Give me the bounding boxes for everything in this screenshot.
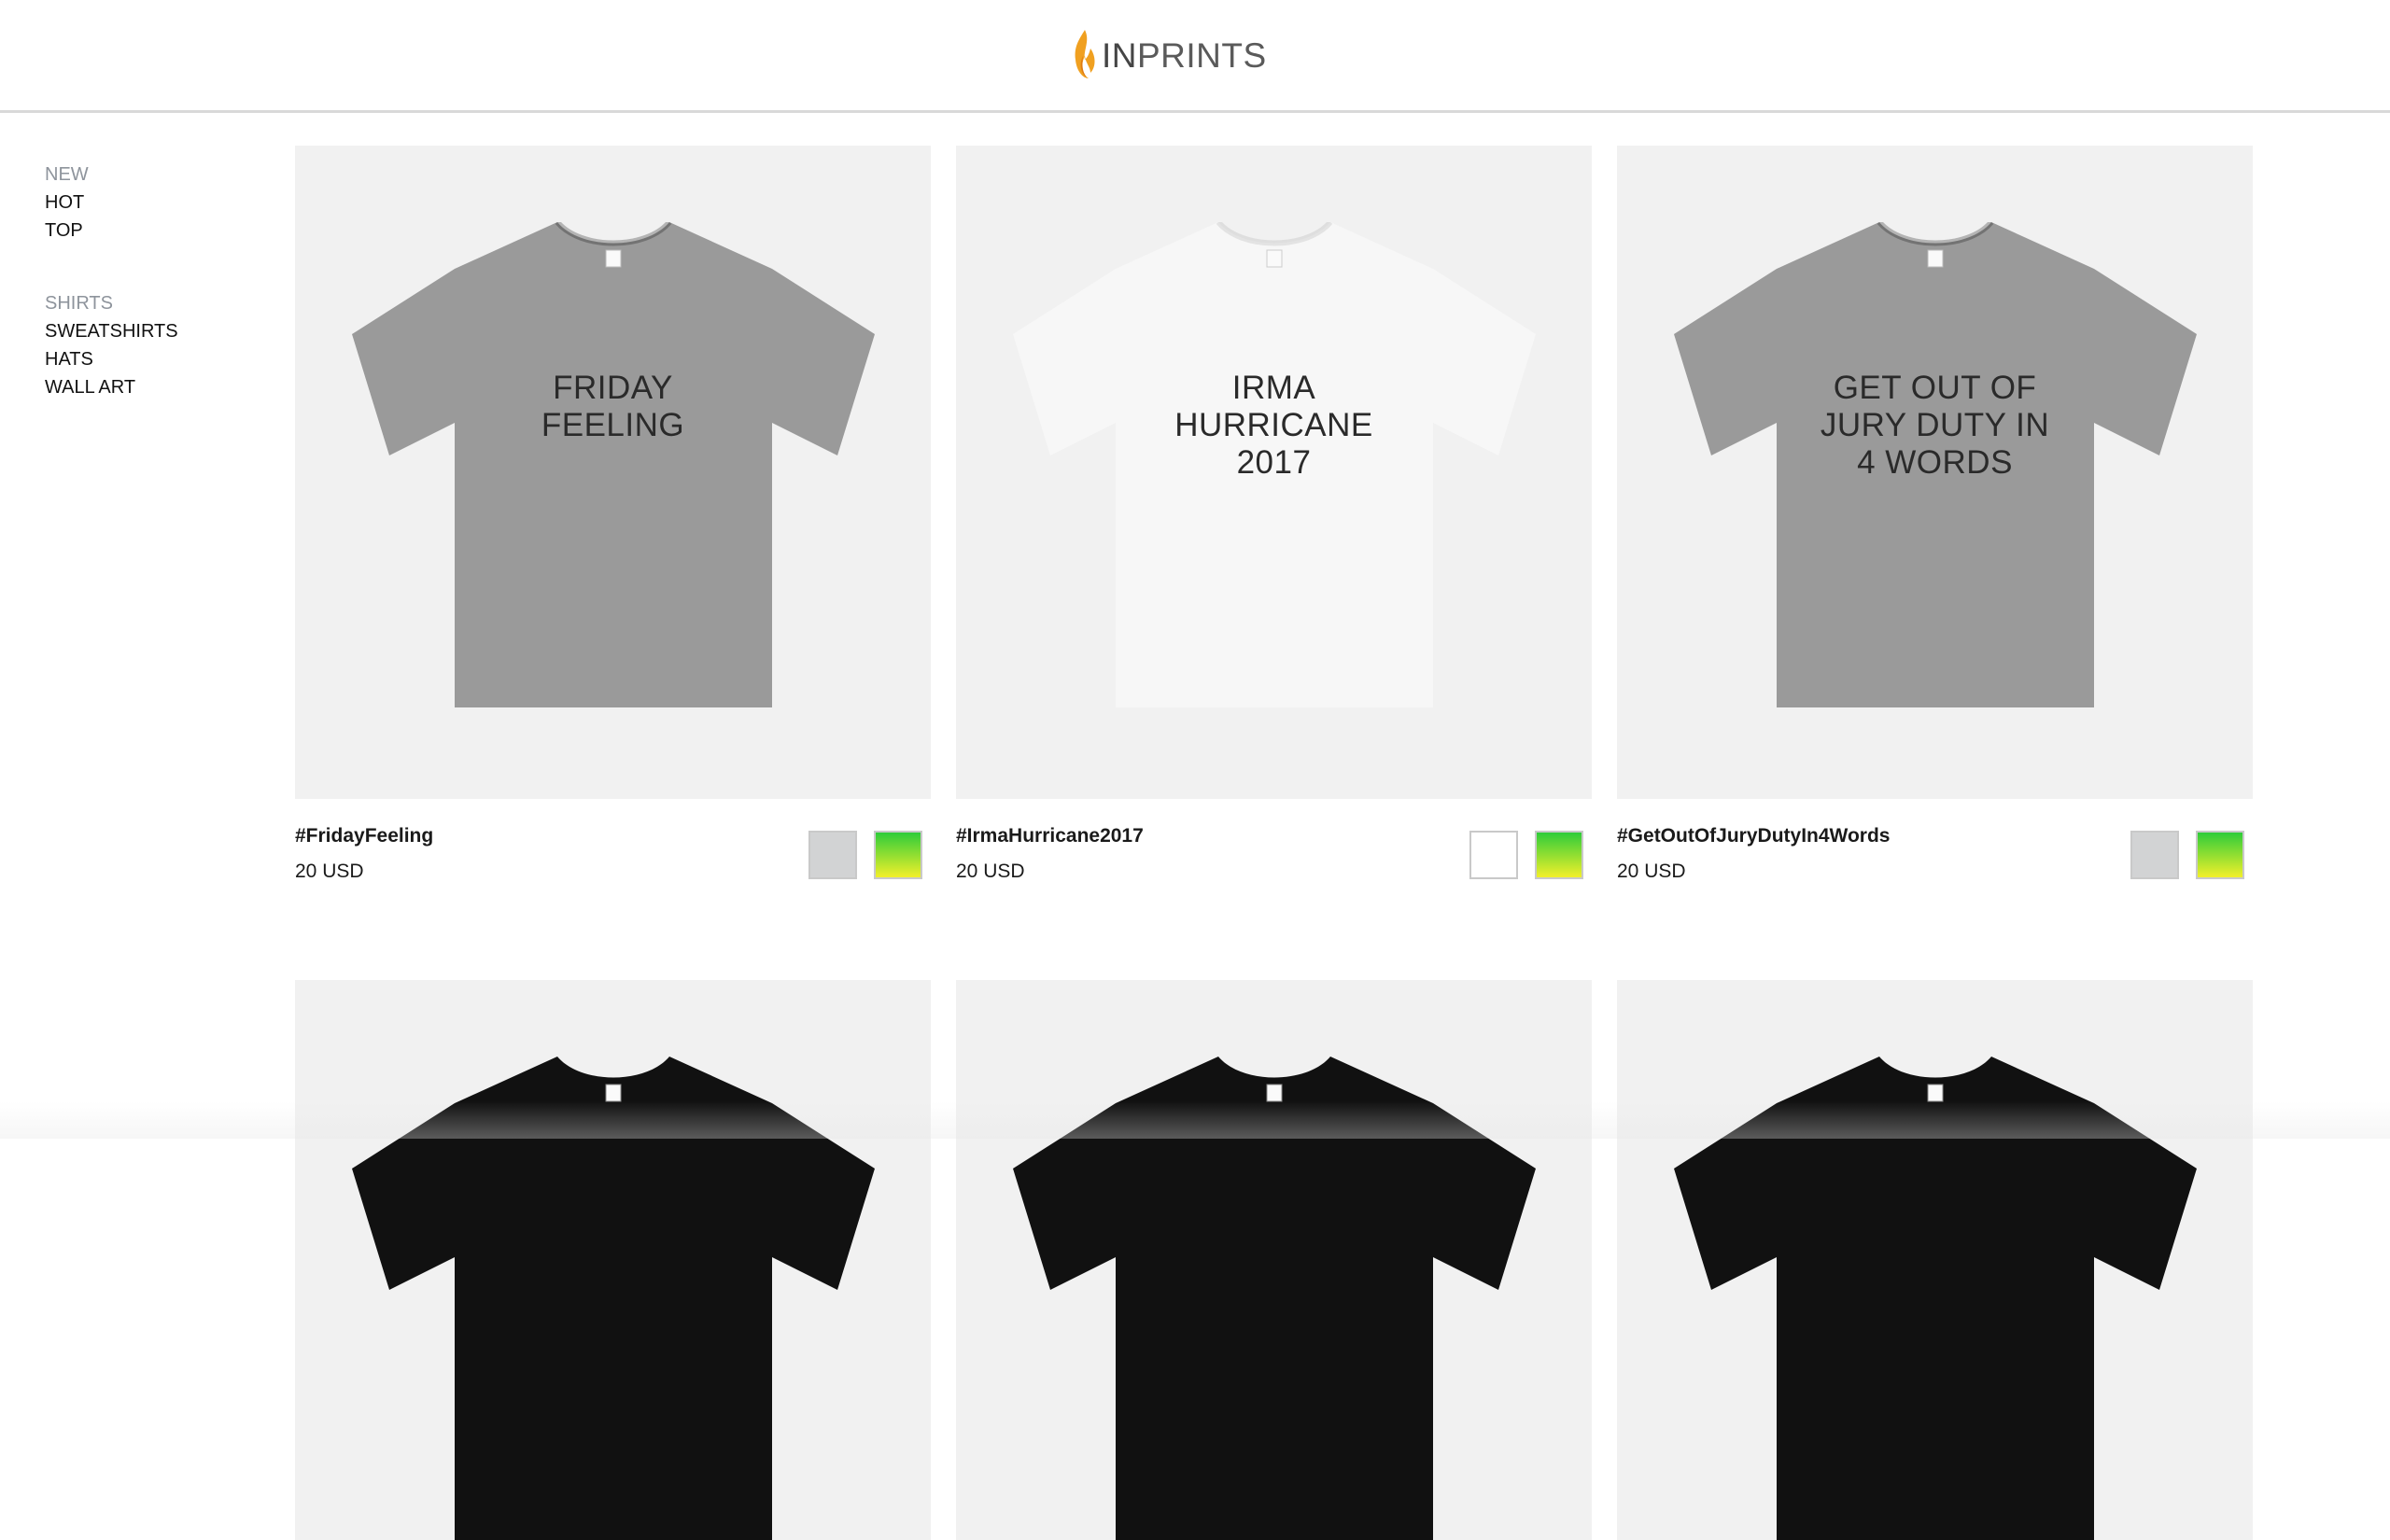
color-swatch-white[interactable] (1469, 831, 1518, 879)
tshirt-graphic (1012, 1057, 1536, 1540)
shirt-print-text: IRMA HURRICANE 2017 (1174, 370, 1373, 481)
brand-logo[interactable]: INPRINTS (1070, 28, 1267, 84)
brand-name: INPRINTS (1102, 36, 1267, 75)
nav-wall-art[interactable]: WALL ART (45, 373, 250, 401)
tshirt-graphic (351, 1057, 875, 1540)
color-swatch-gradient[interactable] (874, 831, 922, 879)
category-nav: SHIRTS SWEATSHIRTS HATS WALL ART (45, 289, 250, 401)
product-card[interactable]: GET OUT OF JURY DUTY IN 4 WORDS #GetOutOfJ… (1617, 146, 2253, 883)
nav-hats[interactable]: HATS (45, 345, 250, 373)
product-card[interactable] (1617, 980, 2253, 1540)
color-swatch-gray[interactable] (808, 831, 857, 879)
product-price: 20 USD (956, 861, 1025, 882)
color-swatch-gradient[interactable] (2196, 831, 2244, 879)
product-card[interactable] (956, 980, 1592, 1540)
product-price: 20 USD (295, 861, 364, 882)
nav-shirts[interactable]: SHIRTS (45, 289, 250, 317)
nav-top[interactable]: TOP (45, 217, 250, 245)
tshirt-graphic (1673, 1057, 2197, 1540)
product-title[interactable]: #IrmaHurricane2017 (956, 825, 1144, 847)
site-header: INPRINTS (0, 0, 2390, 113)
category-sidebar: NEW HOT TOP SHIRTS SWEATSHIRTS HATS WALL… (45, 161, 250, 446)
product-title[interactable]: #GetOutOfJuryDutyIn4Words (1617, 825, 1890, 847)
tshirt-graphic (351, 222, 875, 707)
nav-new[interactable]: NEW (45, 161, 250, 189)
product-card[interactable] (295, 980, 931, 1540)
product-image[interactable]: FRIDAY FEELING (295, 146, 931, 799)
color-swatch-gray[interactable] (2130, 831, 2179, 879)
product-image[interactable] (956, 980, 1592, 1540)
nav-sweatshirts[interactable]: SWEATSHIRTS (45, 317, 250, 345)
shirt-print-text: GET OUT OF JURY DUTY IN 4 WORDS (1820, 370, 2050, 481)
product-card[interactable]: FRIDAY FEELING #FridayFeeling 20 USD (295, 146, 931, 883)
nav-hot[interactable]: HOT (45, 189, 250, 217)
product-image[interactable]: GET OUT OF JURY DUTY IN 4 WORDS (1617, 146, 2253, 799)
product-price: 20 USD (1617, 861, 1686, 882)
shirt-print-text: FRIDAY FEELING (541, 370, 685, 443)
product-image[interactable] (295, 980, 931, 1540)
sort-nav: NEW HOT TOP (45, 161, 250, 245)
product-image[interactable] (1617, 980, 2253, 1540)
product-title[interactable]: #FridayFeeling (295, 825, 433, 847)
color-swatch-gradient[interactable] (1535, 831, 1583, 879)
flame-icon (1070, 28, 1098, 85)
product-card[interactable]: IRMA HURRICANE 2017 #IrmaHurricane2017 20 … (956, 146, 1592, 883)
product-image[interactable]: IRMA HURRICANE 2017 (956, 146, 1592, 799)
